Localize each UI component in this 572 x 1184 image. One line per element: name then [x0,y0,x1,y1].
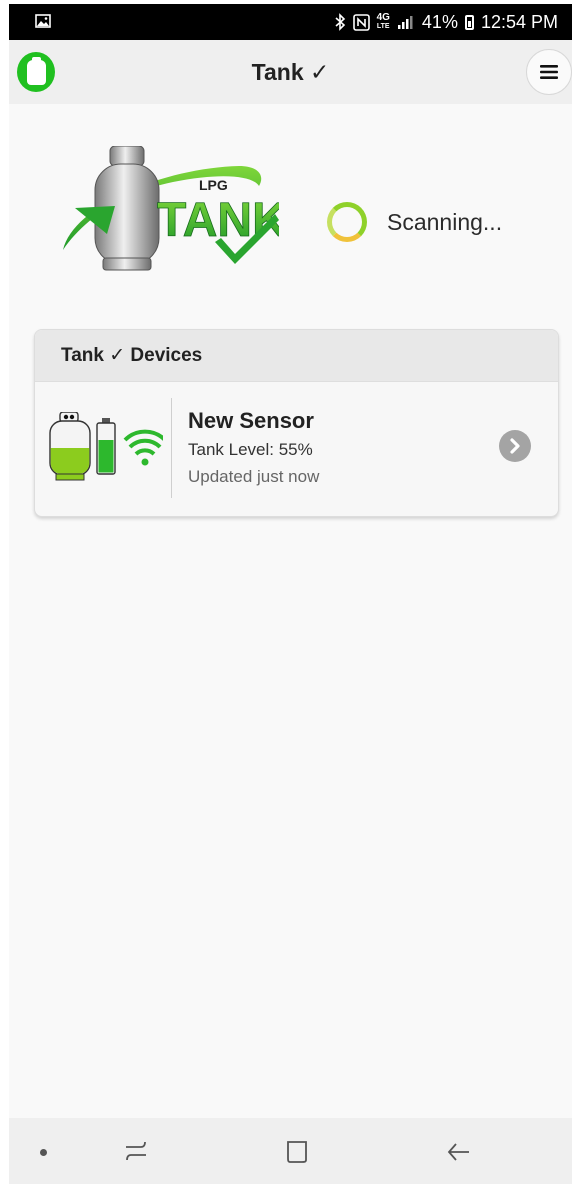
hamburger-menu-icon [540,65,558,79]
signal-icon [397,14,415,30]
gallery-icon [35,12,51,33]
nfc-icon [352,13,370,31]
logo-tank-text: TANK [157,194,279,247]
menu-button[interactable] [526,49,572,95]
sensor-device-icon [49,412,163,481]
gas-tank-icon[interactable] [17,52,55,92]
device-row[interactable]: New Sensor Tank Level: 55% Updated just … [35,382,558,516]
device-updated-time: Updated just now [188,467,320,486]
status-bar: 4G LTE 41% 12:54 PM [9,4,572,40]
device-tank-level: Tank Level: 55% [188,440,313,459]
devices-card-header: Tank ✓ Devices [35,330,558,382]
clock: 12:54 PM [480,11,558,32]
home-icon[interactable] [285,1140,311,1164]
open-device-button[interactable] [499,430,531,462]
lpg-tank-logo: LPG TANK [63,146,279,271]
bluetooth-icon [334,13,346,31]
logo-lpg-text: LPG [199,177,228,193]
network-type-text: 4G [376,12,390,23]
network-sub-text: LTE [376,23,390,30]
recents-icon[interactable] [123,1139,149,1163]
back-icon[interactable] [446,1140,472,1164]
device-divider [171,398,172,498]
nav-dot-icon[interactable] [40,1149,47,1156]
devices-card: Tank ✓ Devices New Sensor Tank Level: 55… [34,329,559,517]
network-type-label: 4G LTE [377,13,390,31]
scan-text: Scanning... [387,208,503,235]
app-bar: Tank ✓ [9,40,572,104]
scan-status: Scanning... [327,202,502,242]
device-name: New Sensor [188,408,314,433]
battery-percent: 41% [421,11,458,32]
battery-icon [464,14,474,30]
scanning-spinner-icon [327,202,367,242]
chevron-right-icon [510,438,520,454]
main-content: LPG TANK Scanning... Tank ✓ Devices New … [9,104,572,1118]
page-title: Tank ✓ [251,58,330,85]
system-nav-bar [9,1118,572,1184]
